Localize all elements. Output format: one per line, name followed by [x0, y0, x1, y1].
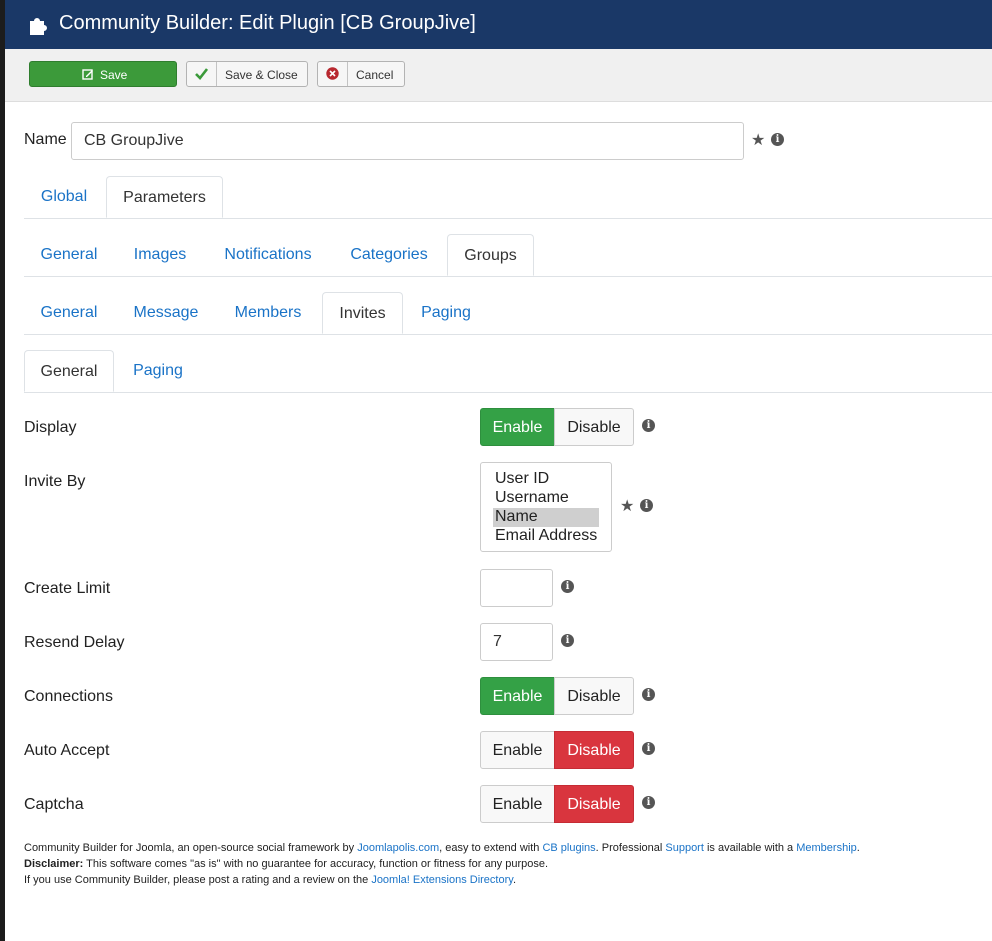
- auto-accept-enable-button[interactable]: Enable: [480, 731, 555, 769]
- info-icon[interactable]: i: [642, 742, 655, 755]
- cancel-label: Cancel: [356, 68, 394, 82]
- joomlapolis-link[interactable]: Joomlapolis.com: [357, 842, 439, 854]
- display-label: Display: [24, 419, 77, 436]
- check-icon: [195, 68, 208, 80]
- tab-paging[interactable]: Paging: [405, 292, 487, 334]
- resend-delay-label: Resend Delay: [24, 634, 125, 651]
- tab-general[interactable]: General: [24, 234, 114, 276]
- create-limit-label: Create Limit: [24, 580, 111, 597]
- info-icon[interactable]: i: [640, 499, 653, 512]
- captcha-toggle: Enable Disable: [480, 785, 634, 823]
- star-icon: ★: [751, 132, 766, 149]
- toolbar: Save Save & Close Cancel: [5, 49, 992, 102]
- footer-line-3: If you use Community Builder, please pos…: [24, 874, 516, 886]
- option-user-id[interactable]: User ID: [493, 470, 599, 489]
- info-icon[interactable]: i: [642, 419, 655, 432]
- create-limit-input[interactable]: [480, 569, 553, 607]
- tab-message[interactable]: Message: [116, 292, 216, 334]
- tab-general[interactable]: General: [24, 350, 114, 392]
- footer-line-1: Community Builder for Joomla, an open-so…: [24, 842, 860, 854]
- tab-images[interactable]: Images: [116, 234, 204, 276]
- cancel-button[interactable]: Cancel: [317, 61, 405, 87]
- tab-general[interactable]: General: [24, 292, 114, 334]
- save-label: Save: [100, 68, 128, 82]
- save-close-button[interactable]: Save & Close: [186, 61, 308, 87]
- save-close-label: Save & Close: [225, 68, 298, 82]
- info-icon[interactable]: i: [561, 580, 574, 593]
- info-icon[interactable]: i: [771, 133, 784, 146]
- name-input[interactable]: [71, 122, 744, 160]
- option-username[interactable]: Username: [493, 489, 599, 508]
- edit-icon: [82, 69, 93, 80]
- display-toggle: Enable Disable: [480, 408, 634, 446]
- tab-invites[interactable]: Invites: [322, 292, 403, 334]
- info-icon[interactable]: i: [561, 634, 574, 647]
- tab-paging[interactable]: Paging: [116, 350, 200, 392]
- tabs-level2: General Images Notifications Categories …: [24, 234, 992, 277]
- left-edge: [0, 0, 5, 941]
- footer: Community Builder for Joomla, an open-so…: [24, 840, 984, 888]
- tab-members[interactable]: Members: [218, 292, 318, 334]
- connections-toggle: Enable Disable: [480, 677, 634, 715]
- auto-accept-label: Auto Accept: [24, 742, 110, 759]
- tab-global[interactable]: Global: [24, 176, 104, 218]
- captcha-label: Captcha: [24, 796, 84, 813]
- tab-groups[interactable]: Groups: [447, 234, 534, 276]
- save-button[interactable]: Save: [29, 61, 177, 87]
- display-disable-button[interactable]: Disable: [554, 408, 634, 446]
- display-enable-button[interactable]: Enable: [480, 408, 555, 446]
- tabs-level1: Global Parameters: [24, 176, 992, 219]
- connections-disable-button[interactable]: Disable: [554, 677, 634, 715]
- tab-parameters[interactable]: Parameters: [106, 176, 223, 218]
- tab-notifications[interactable]: Notifications: [206, 234, 330, 276]
- page-title: Community Builder: Edit Plugin [CB Group…: [59, 12, 476, 34]
- connections-label: Connections: [24, 688, 113, 705]
- invite-by-label: Invite By: [24, 473, 86, 490]
- resend-delay-input[interactable]: [480, 623, 553, 661]
- close-circle-icon: [326, 67, 339, 80]
- tab-categories[interactable]: Categories: [332, 234, 446, 276]
- cb-plugins-link[interactable]: CB plugins: [542, 842, 595, 854]
- support-link[interactable]: Support: [665, 842, 704, 854]
- info-icon[interactable]: i: [642, 688, 655, 701]
- captcha-disable-button[interactable]: Disable: [554, 785, 634, 823]
- footer-line-2: Disclaimer: This software comes "as is" …: [24, 858, 549, 870]
- auto-accept-toggle: Enable Disable: [480, 731, 634, 769]
- captcha-enable-button[interactable]: Enable: [480, 785, 555, 823]
- option-email-address[interactable]: Email Address: [493, 527, 599, 546]
- auto-accept-disable-button[interactable]: Disable: [554, 731, 634, 769]
- jed-link[interactable]: Joomla! Extensions Directory: [371, 874, 513, 886]
- disclaimer-label: Disclaimer:: [24, 858, 84, 870]
- name-label: Name: [24, 131, 67, 148]
- option-name[interactable]: Name: [493, 508, 599, 527]
- membership-link[interactable]: Membership: [796, 842, 857, 854]
- info-icon[interactable]: i: [642, 796, 655, 809]
- puzzle-icon: [30, 18, 47, 35]
- connections-enable-button[interactable]: Enable: [480, 677, 555, 715]
- star-icon: ★: [620, 498, 635, 515]
- page-header: Community Builder: Edit Plugin [CB Group…: [5, 0, 992, 49]
- invite-by-select[interactable]: User ID Username Name Email Address: [480, 462, 612, 552]
- tabs-level3: General Message Members Invites Paging: [24, 292, 992, 335]
- tabs-level4: General Paging: [24, 350, 992, 393]
